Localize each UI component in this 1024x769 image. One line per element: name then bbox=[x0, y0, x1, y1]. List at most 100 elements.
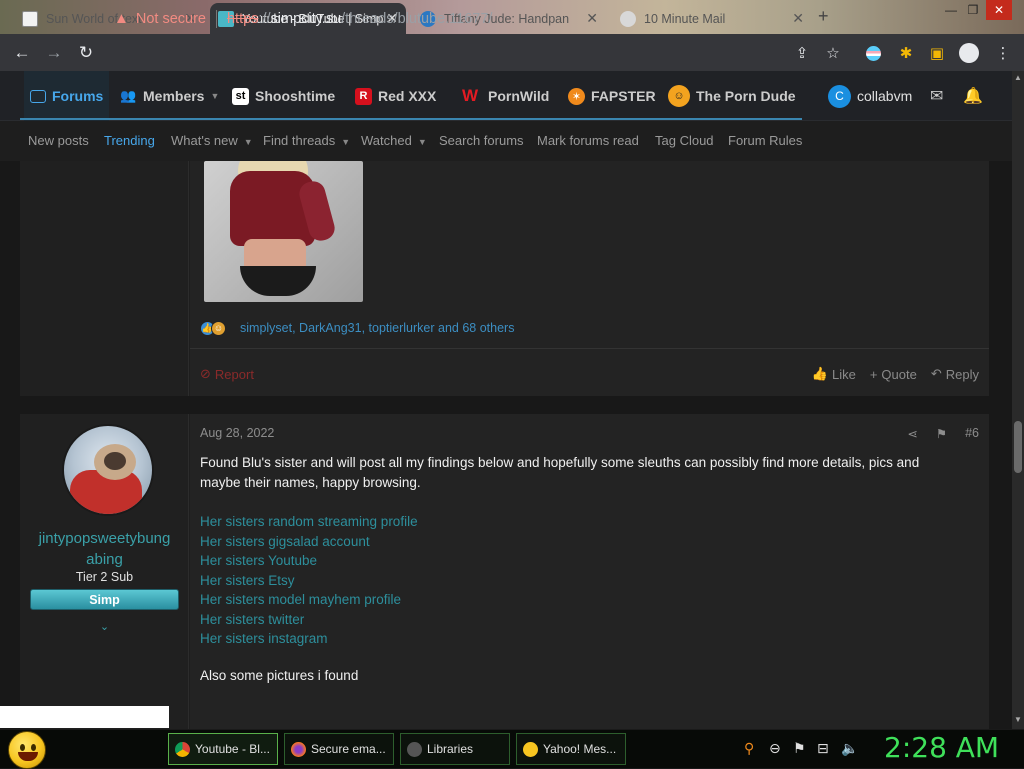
scrollbar-thumb[interactable] bbox=[1014, 421, 1022, 473]
link-youtube[interactable]: Her sisters Youtube bbox=[200, 551, 418, 571]
action-center-flag-icon[interactable]: ⚑ bbox=[793, 740, 806, 757]
report-link[interactable]: ⊘ Report bbox=[200, 366, 254, 382]
post-attachment-image[interactable] bbox=[204, 161, 363, 302]
task-label: Secure ema... bbox=[311, 742, 386, 756]
extension-flag-icon[interactable] bbox=[862, 42, 884, 64]
link-etsy[interactable]: Her sisters Etsy bbox=[200, 571, 418, 591]
profile-avatar-icon[interactable] bbox=[958, 42, 980, 64]
user-avatar[interactable] bbox=[62, 424, 154, 516]
taskbar-item-firefox[interactable]: Secure ema... bbox=[284, 733, 394, 765]
reactions-bar[interactable]: 👍 ☺ simplyset, DarkAng31, toptierlurker … bbox=[200, 319, 514, 337]
chevron-down-icon: ▼ bbox=[417, 137, 427, 147]
nav-user-account[interactable]: C collabvm bbox=[828, 71, 912, 121]
page-scrollbar[interactable]: ▲ ▼ bbox=[1012, 71, 1024, 729]
address-bar[interactable]: ▲ Not secure https://simpcity.su/threads… bbox=[106, 5, 866, 32]
close-window-icon[interactable]: ✕ bbox=[986, 0, 1012, 20]
nav-fapster[interactable]: ✶ FAPSTER bbox=[568, 71, 656, 121]
subnav-whats-new-label: What's new bbox=[171, 133, 238, 148]
post-footer-text: Also some pictures i found bbox=[200, 668, 359, 683]
task-label: Yahoo! Mes... bbox=[543, 742, 617, 756]
extensions-puzzle-icon[interactable]: ✱ bbox=[895, 42, 917, 64]
forward-icon[interactable]: → bbox=[38, 43, 70, 63]
reload-icon[interactable]: ↻ bbox=[70, 43, 102, 63]
minimize-window-icon[interactable]: — bbox=[940, 0, 962, 20]
share-icon[interactable]: ⇪ bbox=[791, 42, 813, 64]
subnav-find-threads[interactable]: Find threads ▼ bbox=[263, 133, 350, 148]
scroll-up-icon[interactable]: ▲ bbox=[1012, 73, 1024, 85]
nav-forums[interactable]: Forums bbox=[24, 71, 110, 121]
subnav-whats-new[interactable]: What's new ▼ bbox=[171, 133, 253, 148]
taskbar-item-libraries[interactable]: Libraries bbox=[400, 733, 510, 765]
start-smiley-button[interactable] bbox=[8, 731, 46, 769]
nav-fapster-label: FAPSTER bbox=[591, 88, 656, 104]
user-title: Tier 2 Sub bbox=[75, 570, 134, 584]
reply-button[interactable]: ↶ Reply bbox=[931, 366, 979, 382]
subnav-trending[interactable]: Trending bbox=[104, 133, 155, 148]
taskbar-clock[interactable]: 2:28 AM bbox=[884, 731, 999, 764]
inbox-envelope-icon[interactable]: ✉ bbox=[930, 71, 943, 121]
chevron-down-icon: ▼ bbox=[210, 91, 220, 101]
subnav-watched[interactable]: Watched ▼ bbox=[361, 133, 427, 148]
thumbs-up-icon: 👍 bbox=[811, 366, 828, 381]
nav-pornwild-label: PornWild bbox=[488, 88, 550, 104]
share-icon[interactable]: ⋖ bbox=[907, 426, 917, 441]
pornwild-logo-icon: W bbox=[461, 86, 479, 105]
redxxx-logo-icon: R bbox=[355, 87, 372, 105]
link-instagram[interactable]: Her sisters instagram bbox=[200, 629, 418, 649]
nav-porndude[interactable]: ☺ The Porn Dude bbox=[668, 71, 796, 121]
post-number[interactable]: #6 bbox=[965, 426, 979, 441]
taskbar-item-yahoo[interactable]: Yahoo! Mes... bbox=[516, 733, 626, 765]
search-icon[interactable]: ⚲ bbox=[744, 740, 754, 757]
back-icon[interactable]: ← bbox=[6, 43, 38, 63]
subnav-mark-read[interactable]: Mark forums read bbox=[537, 133, 639, 148]
link-model-mayhem[interactable]: Her sisters model mayhem profile bbox=[200, 590, 418, 610]
username-label: collabvm bbox=[857, 88, 913, 104]
shooshtime-logo-icon: st bbox=[232, 87, 249, 105]
scroll-down-icon[interactable]: ▼ bbox=[1012, 715, 1024, 727]
link-streaming-profile[interactable]: Her sisters random streaming profile bbox=[200, 512, 418, 532]
post-date[interactable]: Aug 28, 2022 bbox=[200, 426, 274, 440]
subnav-new-posts[interactable]: New posts bbox=[28, 133, 89, 148]
url-host: simpcity.su bbox=[270, 10, 342, 27]
menu-kebab-icon[interactable]: ⋮ bbox=[992, 42, 1014, 64]
restore-window-icon[interactable]: ❐ bbox=[962, 0, 984, 20]
bookmark-star-icon[interactable]: ☆ bbox=[822, 42, 844, 64]
nav-members[interactable]: 👥 Members ▼ bbox=[120, 71, 219, 121]
link-twitter[interactable]: Her sisters twitter bbox=[200, 610, 418, 630]
nav-redxxx[interactable]: R Red XXX bbox=[355, 71, 436, 121]
alerts-bell-icon[interactable]: 🔔 bbox=[963, 71, 983, 121]
quote-label: Quote bbox=[881, 366, 917, 382]
link-gigsalad[interactable]: Her sisters gigsalad account bbox=[200, 532, 418, 552]
chevron-down-icon: ▼ bbox=[243, 137, 253, 147]
quote-button[interactable]: + Quote bbox=[870, 366, 917, 382]
nav-pornwild[interactable]: W PornWild bbox=[458, 71, 549, 121]
subnav-tag-cloud[interactable]: Tag Cloud bbox=[655, 133, 714, 148]
bookmark-icon[interactable]: ⚑ bbox=[936, 426, 947, 441]
not-secure-label[interactable]: Not secure bbox=[136, 11, 206, 27]
url-host-separator: :// bbox=[258, 10, 271, 27]
report-icon: ⊘ bbox=[200, 366, 211, 381]
forum-subnav: New posts Trending What's new ▼ Find thre… bbox=[0, 121, 1024, 161]
fapster-logo-icon: ✶ bbox=[568, 87, 585, 105]
taskbar-item-chrome[interactable]: Youtube - Bl... bbox=[168, 733, 278, 765]
previous-post: 👍 ☺ simplyset, DarkAng31, toptierlurker … bbox=[20, 161, 989, 396]
post-message: Found Blu's sister and will post all my … bbox=[200, 455, 920, 490]
chevron-down-icon[interactable]: ⌄ bbox=[20, 620, 189, 633]
like-button[interactable]: 👍 Like bbox=[812, 366, 856, 382]
thread-content: 👍 ☺ simplyset, DarkAng31, toptierlurker … bbox=[0, 161, 1012, 729]
reactions-list[interactable]: simplyset, DarkAng31, toptierlurker and … bbox=[240, 321, 514, 335]
subnav-forum-rules[interactable]: Forum Rules bbox=[728, 133, 802, 148]
nav-shooshtime[interactable]: st Shooshtime bbox=[232, 71, 335, 121]
url-protocol: https bbox=[226, 10, 259, 27]
post-divider bbox=[190, 348, 989, 349]
status-icon[interactable]: ⊖ bbox=[769, 740, 781, 757]
subnav-search-forums[interactable]: Search forums bbox=[439, 133, 524, 148]
task-label: Youtube - Bl... bbox=[195, 742, 270, 756]
username-link[interactable]: jintypopsweetybung abing bbox=[20, 528, 189, 570]
chrome-icon bbox=[175, 741, 190, 757]
side-panel-icon[interactable]: ▣ bbox=[926, 42, 948, 64]
network-icon[interactable]: ⊟ bbox=[817, 740, 829, 757]
previous-post-user-column bbox=[20, 161, 189, 396]
post-body: Aug 28, 2022 ⋖ ⚑ #6 Found Blu's sister a… bbox=[190, 414, 989, 729]
volume-icon[interactable]: 🔈 bbox=[841, 740, 858, 757]
